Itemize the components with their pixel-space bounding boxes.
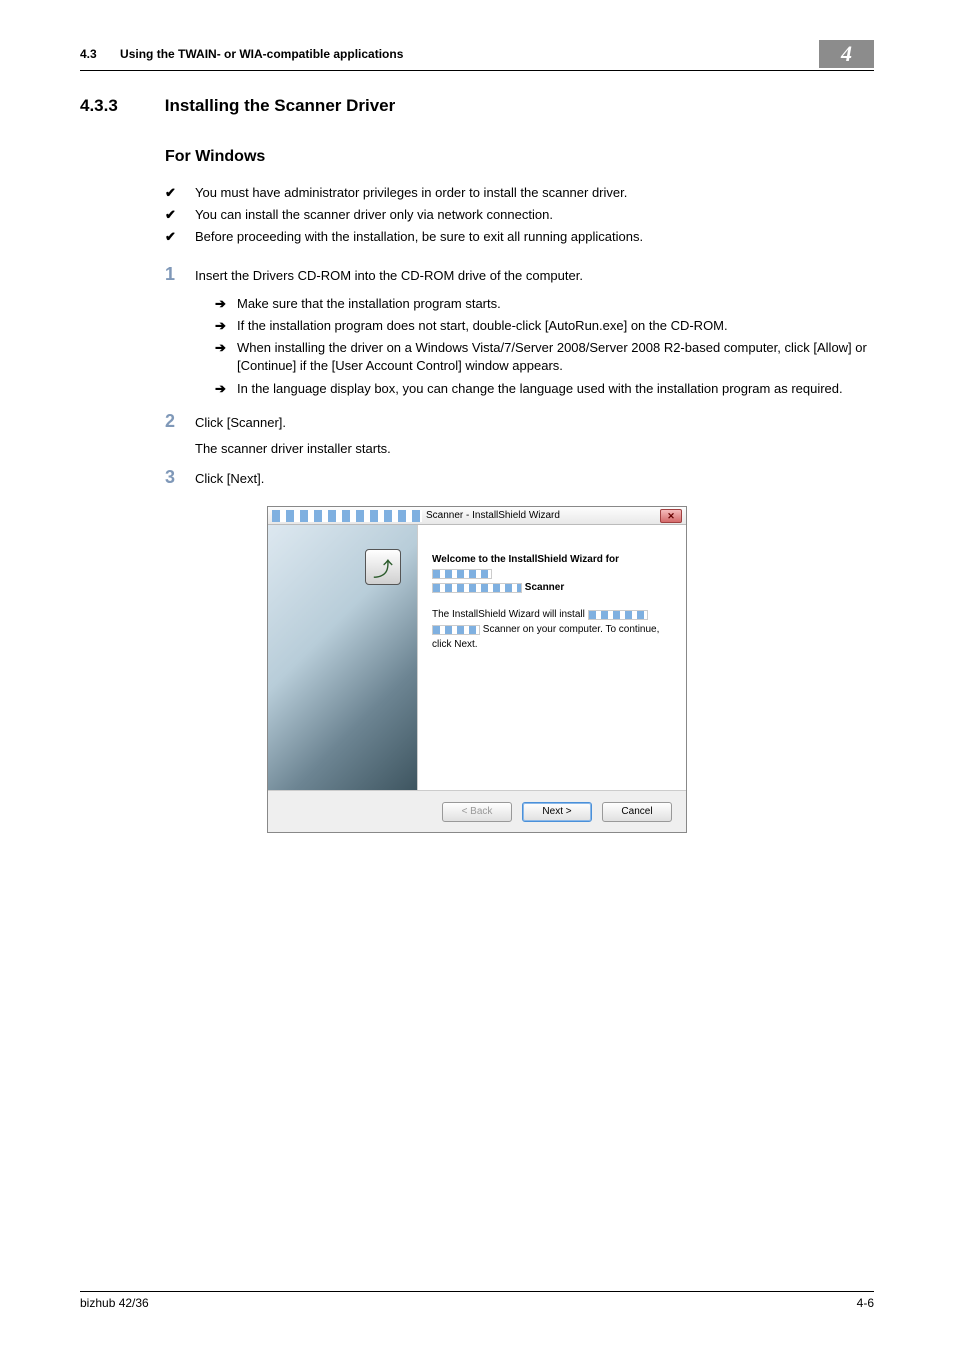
step-text: Insert the Drivers CD-ROM into the CD-RO… [195, 265, 874, 285]
list-item: ➔If the installation program does not st… [215, 317, 874, 335]
arrow-right-icon: ➔ [215, 295, 237, 313]
prereq-text: You can install the scanner driver only … [195, 206, 553, 224]
button-row: < Back Next > Cancel [268, 790, 686, 832]
cancel-button[interactable]: Cancel [602, 802, 672, 822]
step-3: 3 Click [Next]. [165, 468, 874, 488]
substep-text: Make sure that the installation program … [237, 295, 501, 313]
installer-dialog: Scanner - InstallShield Wizard ✕ ⤴ Welco… [267, 506, 687, 833]
substep-text: When installing the driver on a Windows … [237, 339, 874, 375]
list-item: ✔You must have administrator privileges … [165, 184, 874, 202]
redacted-icon [272, 510, 422, 522]
chapter-tab: 4 [819, 40, 874, 68]
prereq-text: You must have administrator privileges i… [195, 184, 627, 202]
installer-icon: ⤴ [365, 549, 401, 585]
check-icon: ✔ [165, 184, 195, 202]
step-number: 3 [165, 468, 195, 488]
step-1: 1 Insert the Drivers CD-ROM into the CD-… [165, 265, 874, 402]
step-2: 2 Click [Scanner]. The scanner driver in… [165, 412, 874, 458]
header-section-title: Using the TWAIN- or WIA-compatible appli… [120, 47, 403, 61]
arrow-right-icon: ➔ [215, 380, 237, 398]
section-title: Installing the Scanner Driver [165, 96, 396, 115]
substep-text: If the installation program does not sta… [237, 317, 728, 335]
header-section-number: 4.3 [80, 47, 97, 61]
titlebar: Scanner - InstallShield Wizard ✕ [268, 507, 686, 525]
welcome-heading: Welcome to the InstallShield Wizard for … [432, 553, 668, 595]
back-button[interactable]: < Back [442, 802, 512, 822]
section-number: 4.3.3 [80, 96, 160, 116]
step-result: The scanner driver installer starts. [195, 440, 874, 458]
next-button[interactable]: Next > [522, 802, 592, 822]
arrow-right-icon: ➔ [215, 317, 237, 335]
step-number: 2 [165, 412, 195, 458]
list-item: ➔When installing the driver on a Windows… [215, 339, 874, 375]
list-item: ✔Before proceeding with the installation… [165, 228, 874, 246]
list-item: ➔Make sure that the installation program… [215, 295, 874, 313]
substeps-list: ➔Make sure that the installation program… [215, 295, 874, 398]
redacted-icon [432, 583, 522, 593]
dialog-title: Scanner - InstallShield Wizard [426, 510, 660, 521]
prereq-text: Before proceeding with the installation,… [195, 228, 643, 246]
prerequisites-list: ✔You must have administrator privileges … [165, 184, 874, 247]
arrow-right-icon: ➔ [215, 339, 237, 375]
step-text: Click [Next]. [195, 468, 874, 488]
wizard-banner: ⤴ [268, 525, 418, 790]
section-heading: 4.3.3 Installing the Scanner Driver [80, 96, 874, 116]
subheading: For Windows [165, 148, 874, 166]
footer-product: bizhub 42/36 [80, 1296, 149, 1310]
welcome-description: The InstallShield Wizard will install Sc… [432, 607, 668, 652]
redacted-icon [432, 625, 480, 635]
footer-page: 4-6 [857, 1296, 874, 1310]
redacted-icon [432, 569, 492, 579]
check-icon: ✔ [165, 228, 195, 246]
page-footer: bizhub 42/36 4-6 [80, 1291, 874, 1310]
page-header: 4.3 Using the TWAIN- or WIA-compatible a… [80, 40, 874, 71]
substep-text: In the language display box, you can cha… [237, 380, 843, 398]
redacted-icon [588, 610, 648, 620]
close-button[interactable]: ✕ [660, 509, 682, 523]
check-icon: ✔ [165, 206, 195, 224]
list-item: ➔In the language display box, you can ch… [215, 380, 874, 398]
step-text: Click [Scanner]. [195, 412, 874, 432]
list-item: ✔You can install the scanner driver only… [165, 206, 874, 224]
step-number: 1 [165, 265, 195, 402]
